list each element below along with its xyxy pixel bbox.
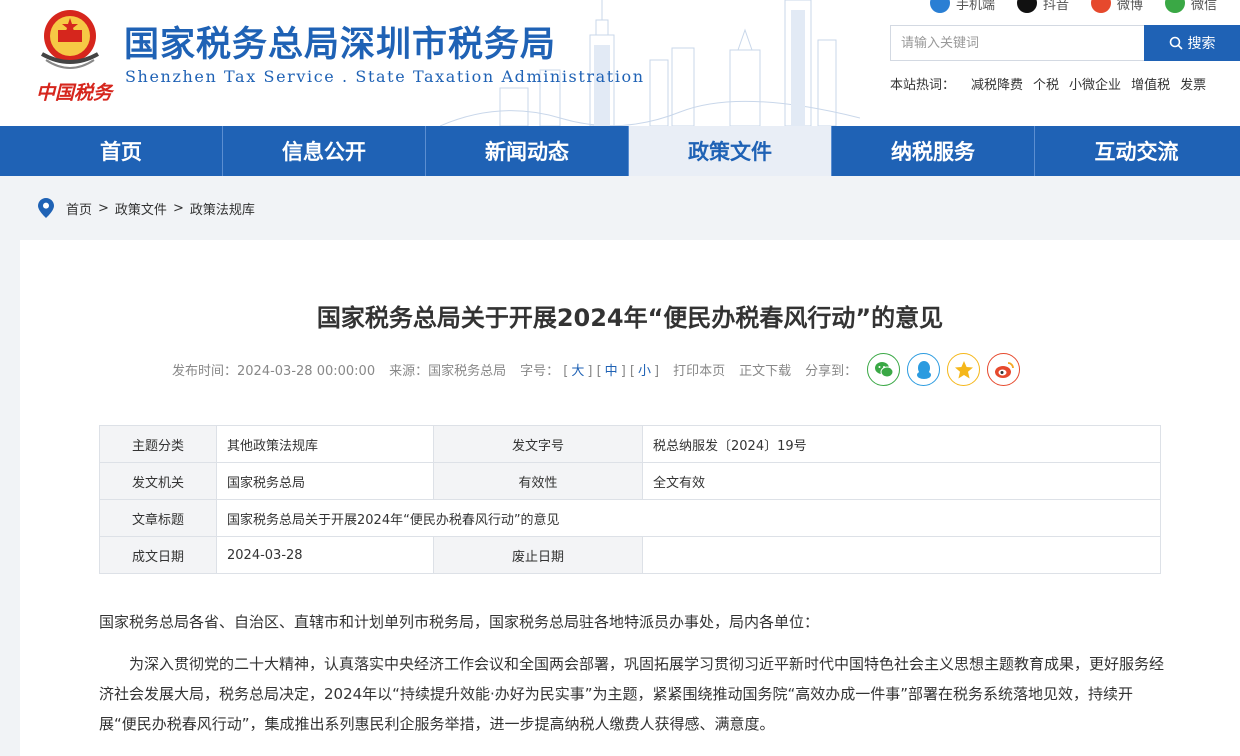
weibo-icon <box>1091 0 1112 13</box>
social-mobile[interactable]: 手机端 <box>930 0 995 13</box>
search-icon <box>1169 36 1183 50</box>
search-button[interactable]: 搜索 <box>1144 25 1240 61</box>
nav-policy[interactable]: 政策文件 <box>629 126 832 176</box>
hot-keyword[interactable]: 发票 <box>1180 74 1206 93</box>
nav-news[interactable]: 新闻动态 <box>426 126 629 176</box>
nav-info-disclosure[interactable]: 信息公开 <box>223 126 426 176</box>
site-header: 中国税务 国家税务总局深圳市税务局 Shenzhen Tax Service .… <box>0 0 1240 126</box>
source: 来源：国家税务总局 <box>389 364 507 379</box>
font-size-small[interactable]: 小 <box>638 364 651 379</box>
hot-keyword[interactable]: 个税 <box>1033 74 1059 93</box>
document-info-table: 主题分类 其他政策法规库 发文字号 税总纳服发〔2024〕19号 发文机关 国家… <box>99 425 1161 574</box>
wechat-icon <box>1165 0 1186 13</box>
social-label: 微信 <box>1191 0 1218 13</box>
font-size-medium[interactable]: 中 <box>605 364 618 379</box>
weibo-icon <box>994 361 1014 378</box>
logo-text: 中国税务 <box>36 82 113 104</box>
print-link[interactable]: 打印本页 <box>673 360 725 379</box>
share-label: 分享到： <box>805 364 858 379</box>
article-paragraph: 为深入贯彻党的二十大精神，认真落实中央经济工作会议和全国两会部署，巩固拓展学习贯… <box>99 655 1165 733</box>
share-qq-button[interactable] <box>907 353 941 386</box>
nav-interaction[interactable]: 互动交流 <box>1035 126 1238 176</box>
share-icons <box>867 353 1021 386</box>
share-qzone-button[interactable] <box>947 353 981 386</box>
article-greeting: 国家税务总局各省、自治区、直辖市和计划单列市税务局，国家税务总局驻各地特派员办事… <box>99 613 820 631</box>
issuer-label: 发文机关 <box>99 462 217 500</box>
title-value: 国家税务总局关于开展2024年“便民办税春风行动”的意见 <box>216 499 1161 537</box>
share-weibo-button[interactable] <box>987 353 1021 386</box>
date-label: 成文日期 <box>99 536 217 574</box>
breadcrumb-policy-library[interactable]: 政策法规库 <box>190 199 255 218</box>
abolish-value <box>642 536 1161 574</box>
social-label: 手机端 <box>956 0 996 13</box>
douyin-icon <box>1017 0 1038 13</box>
font-size-controls: 字号： [大] [中] [小] <box>520 364 660 379</box>
issuer-value: 国家税务总局 <box>216 462 434 500</box>
share-wechat-button[interactable] <box>867 353 901 386</box>
social-weibo[interactable]: 微博 <box>1091 0 1143 13</box>
topic-value: 其他政策法规库 <box>216 425 434 463</box>
breadcrumb-separator: > <box>98 200 109 216</box>
article-title: 国家税务总局关于开展2024年“便民办税春风行动”的意见 <box>316 304 944 332</box>
article-body: 国家税务总局各省、自治区、直辖市和计划单列市税务局，国家税务总局驻各地特派员办事… <box>99 607 1164 739</box>
wechat-icon <box>874 361 894 377</box>
breadcrumb-policy[interactable]: 政策文件 <box>115 199 167 218</box>
nav-home[interactable]: 首页 <box>20 126 223 176</box>
table-row: 主题分类 其他政策法规库 发文字号 税总纳服发〔2024〕19号 <box>99 425 1161 463</box>
doc-no-value: 税总纳服发〔2024〕19号 <box>642 425 1161 463</box>
validity-value: 全文有效 <box>642 462 1161 500</box>
search-button-label: 搜索 <box>1187 36 1216 52</box>
breadcrumb-home[interactable]: 首页 <box>66 199 92 218</box>
emblem-icon <box>41 10 99 69</box>
date-value: 2024-03-28 <box>216 536 434 574</box>
article-meta: 发布时间：2024-03-28 00:00:00 来源：国家税务总局 字号： [… <box>172 353 1021 386</box>
main-nav: 首页 信息公开 新闻动态 政策文件 纳税服务 互动交流 <box>0 126 1240 176</box>
social-douyin[interactable]: 抖音 <box>1017 0 1069 13</box>
social-label: 抖音 <box>1043 0 1070 13</box>
table-row: 文章标题 国家税务总局关于开展2024年“便民办税春风行动”的意见 <box>99 499 1161 537</box>
hot-keywords: 本站热词： 减税降费 个税 小微企业 增值税 发票 <box>890 74 1206 93</box>
font-size-large[interactable]: 大 <box>571 364 584 379</box>
search-input[interactable] <box>890 25 1144 61</box>
table-row: 成文日期 2024-03-28 废止日期 <box>99 536 1161 574</box>
download-link[interactable]: 正文下载 <box>739 360 791 379</box>
social-links: 手机端 抖音 微博 微信 <box>930 0 1217 13</box>
star-icon <box>954 360 973 378</box>
hot-label: 本站热词： <box>890 78 956 93</box>
breadcrumb-separator: > <box>172 200 184 216</box>
location-pin-icon <box>38 198 54 218</box>
abolish-label: 废止日期 <box>433 536 643 574</box>
mobile-icon <box>930 0 950 13</box>
published-time: 发布时间：2024-03-28 00:00:00 <box>172 364 376 379</box>
qq-icon <box>916 360 931 379</box>
article-panel: 国家税务总局关于开展2024年“便民办税春风行动”的意见 发布时间：2024-0… <box>20 240 1240 756</box>
title-label: 文章标题 <box>99 499 217 537</box>
social-wechat[interactable]: 微信 <box>1165 0 1217 13</box>
doc-no-label: 发文字号 <box>433 425 643 463</box>
hot-keyword[interactable]: 小微企业 <box>1069 74 1121 93</box>
site-subtitle: Shenzhen Tax Service . State Taxation Ad… <box>125 67 645 86</box>
breadcrumb: 首页 > 政策文件 > 政策法规库 <box>38 198 255 218</box>
hot-keyword[interactable]: 减税降费 <box>971 74 1023 93</box>
social-label: 微博 <box>1117 0 1144 13</box>
site-title: 国家税务总局深圳市税务局 <box>124 25 557 65</box>
nav-tax-service[interactable]: 纳税服务 <box>832 126 1035 176</box>
topic-label: 主题分类 <box>99 425 217 463</box>
table-row: 发文机关 国家税务总局 有效性 全文有效 <box>99 462 1161 500</box>
search-bar: 搜索 <box>890 25 1240 61</box>
validity-label: 有效性 <box>433 462 643 500</box>
hot-keyword[interactable]: 增值税 <box>1131 74 1170 93</box>
